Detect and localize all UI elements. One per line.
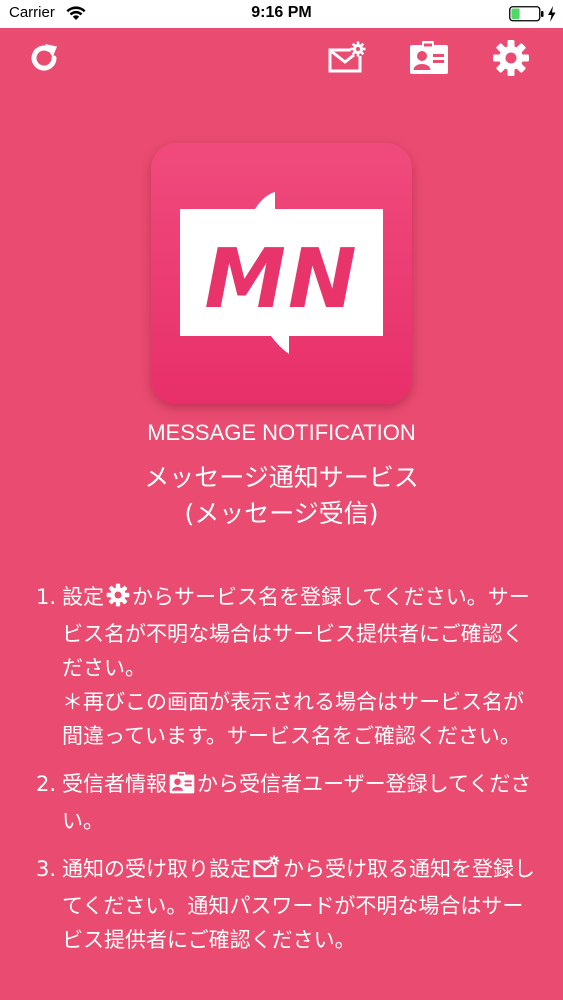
logo-mn-text: MN [204, 232, 358, 327]
step-note: ＊再びこの画面が表示される場合はサービス名が間違っています。サービス名をご確認く… [62, 690, 524, 748]
step-text: 通知の受け取り設定 から受け取る通知を登録してください。通知パスワードが不明な場合… [62, 852, 536, 957]
app-name-english: MESSAGE NOTIFICATION [147, 420, 416, 445]
refresh-button[interactable] [24, 40, 64, 80]
step-text: 設定 からサービス名を登録してください。サービス名が不明な場合はサービス提供者にご… [62, 580, 536, 753]
app-name-japanese: メッセージ通知サービス (メッセージ受信) [0, 460, 563, 532]
instructions-list: 1. 設定 からサービス名を登録してください。サービス名が不明な場合はサービス提供… [36, 580, 536, 971]
step-text-before-icon: 通知の受け取り設定 [62, 857, 251, 881]
step-number: 1. [36, 585, 57, 609]
app-name-japanese-line1: メッセージ通知サービス [144, 463, 419, 492]
clock: 9:16 PM [251, 4, 312, 21]
status-bar: Carrier 9:16 PM [0, 0, 563, 28]
app-name-japanese-line2: (メッセージ受信) [184, 499, 379, 528]
battery-icon [509, 6, 545, 26]
settings-button[interactable] [491, 40, 531, 80]
contact-card-icon [409, 41, 449, 79]
instruction-step-2: 2. 受信者情報 から受信者ユーザー登録してください。 [36, 767, 536, 838]
mail-gear-icon [328, 41, 368, 79]
contact-card-icon [169, 770, 195, 804]
app-logo: MN [151, 143, 412, 404]
mail-gear-icon [253, 855, 281, 889]
instruction-step-3: 3. 通知の受け取り設定 から受け取る通知を登録してください。通知パスワードが不明… [36, 852, 536, 957]
step-text: 受信者情報 から受信者ユーザー登録してください。 [62, 767, 536, 838]
step-number: 3. [36, 857, 57, 881]
refresh-icon [26, 40, 62, 80]
step-text-before-icon: 受信者情報 [62, 772, 167, 796]
step-text-after-icon: からサービス名を登録してください。サービス名が不明な場合はサービス提供者にご確認… [62, 585, 530, 680]
step-number: 2. [36, 772, 57, 796]
notification-settings-button[interactable] [328, 40, 368, 80]
gear-icon [492, 39, 530, 81]
receiver-info-button[interactable] [409, 40, 449, 80]
instruction-step-1: 1. 設定 からサービス名を登録してください。サービス名が不明な場合はサービス提供… [36, 580, 536, 753]
charging-bolt-icon [547, 6, 556, 26]
step-text-before-icon: 設定 [62, 585, 104, 609]
gear-icon [106, 583, 130, 617]
